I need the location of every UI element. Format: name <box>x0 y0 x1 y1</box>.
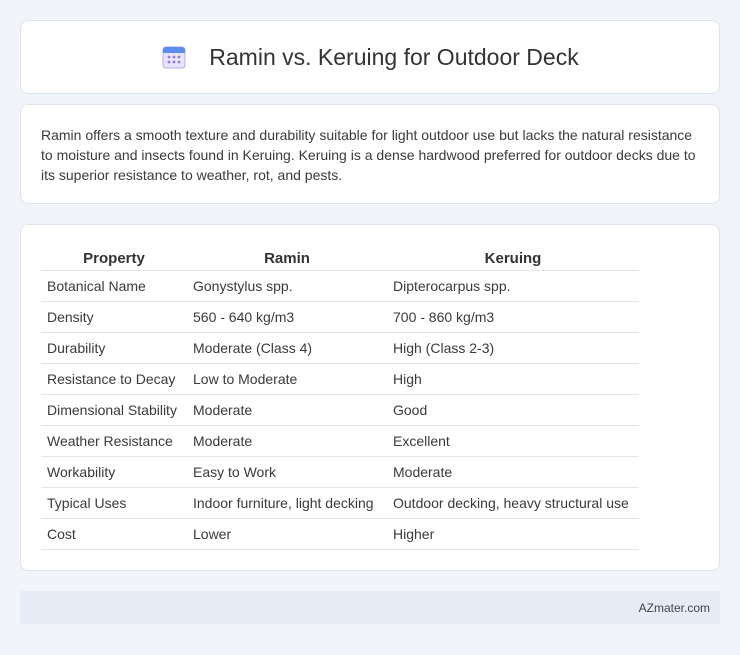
table-row: Botanical Name Gonystylus spp. Dipteroca… <box>41 270 639 302</box>
footer: AZmater.com <box>20 591 720 624</box>
cell-ramin: Moderate (Class 4) <box>187 332 387 364</box>
header-keruing: Keruing <box>387 245 639 271</box>
cell-property: Dimensional Stability <box>41 394 187 426</box>
table-row: Dimensional Stability Moderate Good <box>41 394 639 426</box>
cell-ramin: Low to Moderate <box>187 363 387 395</box>
description-text: Ramin offers a smooth texture and durabi… <box>41 127 696 183</box>
cell-keruing: Dipterocarpus spp. <box>387 270 639 302</box>
cell-keruing: High (Class 2-3) <box>387 332 639 364</box>
table-row: Workability Easy to Work Moderate <box>41 456 639 488</box>
cell-property: Resistance to Decay <box>41 363 187 395</box>
header-card: Ramin vs. Keruing for Outdoor Deck <box>20 20 720 94</box>
table-row: Cost Lower Higher <box>41 518 639 550</box>
cell-ramin: Gonystylus spp. <box>187 270 387 302</box>
table-row: Weather Resistance Moderate Excellent <box>41 425 639 457</box>
cell-ramin: Lower <box>187 518 387 550</box>
cell-keruing: Outdoor decking, heavy structural use <box>387 487 639 519</box>
table-row: Resistance to Decay Low to Moderate High <box>41 363 639 395</box>
cell-keruing: Moderate <box>387 456 639 488</box>
cell-property: Botanical Name <box>41 270 187 302</box>
cell-keruing: Excellent <box>387 425 639 457</box>
cell-property: Density <box>41 301 187 333</box>
comparison-table: Property Ramin Keruing Botanical Name Go… <box>41 245 639 550</box>
cell-property: Weather Resistance <box>41 425 187 457</box>
cell-property: Cost <box>41 518 187 550</box>
table-row: Density 560 - 640 kg/m3 700 - 860 kg/m3 <box>41 301 639 333</box>
cell-ramin: Indoor furniture, light decking <box>187 487 387 519</box>
header-property: Property <box>41 245 187 271</box>
table-row: Durability Moderate (Class 4) High (Clas… <box>41 332 639 364</box>
table-header-row: Property Ramin Keruing <box>41 245 639 271</box>
cell-keruing: Good <box>387 394 639 426</box>
calendar-icon <box>162 46 186 69</box>
header-ramin: Ramin <box>187 245 387 271</box>
cell-keruing: Higher <box>387 518 639 550</box>
cell-keruing: High <box>387 363 639 395</box>
footer-brand: AZmater.com <box>638 600 710 615</box>
table-row: Typical Uses Indoor furniture, light dec… <box>41 487 639 519</box>
cell-ramin: Easy to Work <box>187 456 387 488</box>
cell-property: Typical Uses <box>41 487 187 519</box>
cell-ramin: 560 - 640 kg/m3 <box>187 301 387 333</box>
cell-ramin: Moderate <box>187 394 387 426</box>
cell-property: Durability <box>41 332 187 364</box>
page-title: Ramin vs. Keruing for Outdoor Deck <box>209 43 579 70</box>
cell-keruing: 700 - 860 kg/m3 <box>387 301 639 333</box>
table-card: Property Ramin Keruing Botanical Name Go… <box>20 224 720 571</box>
cell-ramin: Moderate <box>187 425 387 457</box>
cell-property: Workability <box>41 456 187 488</box>
description-card: Ramin offers a smooth texture and durabi… <box>20 104 720 204</box>
